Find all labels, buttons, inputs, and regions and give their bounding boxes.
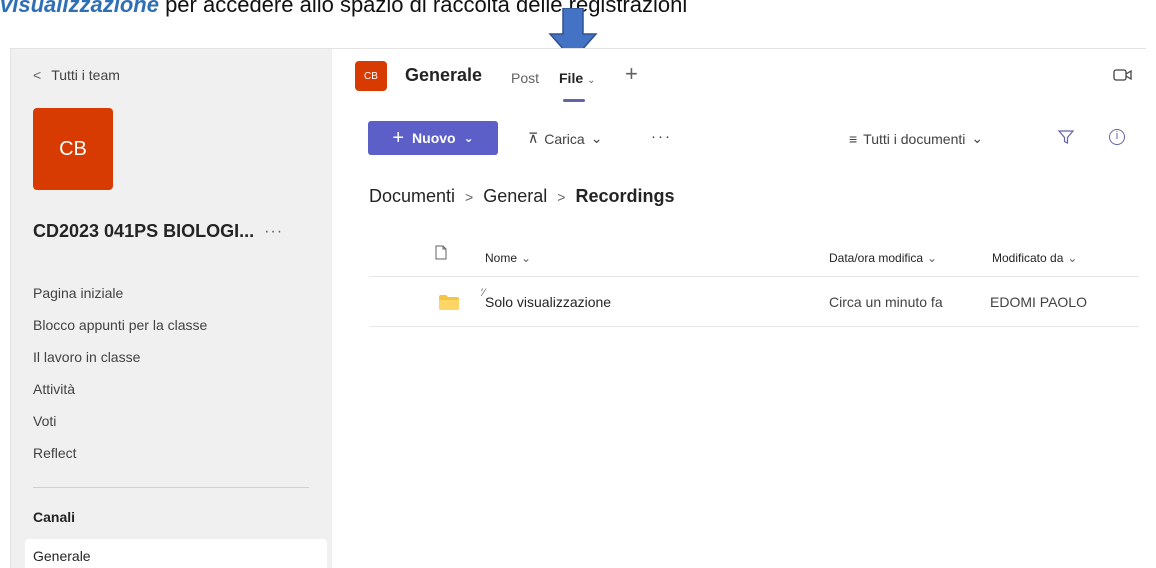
upload-button[interactable]: ⊼ Carica ⌄ <box>528 130 602 147</box>
breadcrumb-recordings: Recordings <box>575 186 675 206</box>
column-modified[interactable]: Data/ora modifica ⌄ <box>829 251 937 265</box>
channel-header: CB Generale Post File ⌄ + <box>333 49 1147 104</box>
column-modified-label: Data/ora modifica <box>829 251 924 265</box>
file-name[interactable]: Solo visualizzazione <box>485 294 611 310</box>
chevron-down-icon: ⌄ <box>1067 251 1078 265</box>
chevron-down-icon: ⌄ <box>463 131 474 145</box>
main-pane: CB Generale Post File ⌄ + + Nuovo ⌄ ⊼ Car… <box>333 49 1147 568</box>
breadcrumb-documenti[interactable]: Documenti <box>369 186 455 207</box>
chevron-down-icon: ⌄ <box>927 251 938 265</box>
team-nav: Pagina iniziale Blocco appunti per la cl… <box>33 283 207 475</box>
column-name[interactable]: Nome ⌄ <box>485 251 531 265</box>
new-button[interactable]: + Nuovo ⌄ <box>368 121 498 155</box>
list-view-icon: ≡ <box>849 130 858 147</box>
new-button-label: Nuovo <box>412 130 456 146</box>
file-modified: Circa un minuto fa <box>829 294 943 310</box>
caption-text: per accedere allo spazio di raccolta del… <box>158 0 688 17</box>
team-avatar[interactable]: CB <box>33 108 113 190</box>
sidebar-divider <box>33 487 309 488</box>
more-options-icon[interactable]: ··· <box>264 223 283 241</box>
file-type-icon <box>435 245 447 260</box>
view-selector[interactable]: ≡ Tutti i documenti ⌄ <box>849 130 983 147</box>
channel-avatar: CB <box>355 61 387 91</box>
nav-item-class-notebook[interactable]: Blocco appunti per la classe <box>33 315 207 347</box>
channels-heading: Canali <box>33 509 76 525</box>
nav-item-assignments[interactable]: Attività <box>33 379 207 411</box>
add-tab-button[interactable]: + <box>625 61 638 87</box>
chevron-right-icon: > <box>557 188 566 205</box>
chevron-right-icon: > <box>465 188 474 205</box>
team-name-row: CD2023 041PS BIOLOGI... ··· <box>33 221 323 242</box>
back-label: Tutti i team <box>51 67 120 83</box>
chevron-down-icon: ⌄ <box>587 75 596 86</box>
column-modified-by[interactable]: Modificato da ⌄ <box>992 251 1077 265</box>
filter-icon[interactable] <box>1058 129 1074 145</box>
channel-title: Generale <box>405 65 483 85</box>
more-actions-button[interactable]: ··· <box>651 128 672 145</box>
caption-emphasis: visualizzazione <box>0 0 159 17</box>
video-call-icon[interactable] <box>1113 67 1133 83</box>
tab-file-label: File <box>559 70 584 86</box>
upload-label: Carica <box>544 130 585 147</box>
tab-post[interactable]: Post <box>511 70 539 86</box>
file-list-header: Nome ⌄ Data/ora modifica ⌄ Modificato da ⌄ <box>369 239 1139 277</box>
column-name-label: Nome <box>485 251 518 265</box>
teams-window: < Tutti i team CB CD2023 041PS BIOLOGI..… <box>10 48 1147 568</box>
tab-file[interactable]: File ⌄ <box>559 70 596 86</box>
chevron-down-icon: ⌄ <box>971 130 984 146</box>
back-to-teams-link[interactable]: < Tutti i team <box>33 67 120 83</box>
active-tab-indicator <box>563 99 585 102</box>
chevron-down-icon: ⌄ <box>590 130 603 146</box>
nav-item-grades[interactable]: Voti <box>33 411 207 443</box>
channel-item-generale[interactable]: Generale <box>25 539 327 568</box>
chevron-down-icon: ⌄ <box>521 251 532 265</box>
nav-item-reflect[interactable]: Reflect <box>33 443 207 475</box>
nav-item-home[interactable]: Pagina iniziale <box>33 283 207 315</box>
column-modified-by-label: Modificato da <box>992 251 1064 265</box>
file-modified-by: EDOMI PAOLO <box>990 294 1087 310</box>
plus-icon: + <box>392 126 405 149</box>
view-label: Tutti i documenti <box>863 130 966 147</box>
team-name: CD2023 041PS BIOLOGI... <box>33 221 255 241</box>
info-icon[interactable]: i <box>1109 129 1125 145</box>
sidebar: < Tutti i team CB CD2023 041PS BIOLOGI..… <box>11 49 332 568</box>
chevron-left-icon: < <box>33 67 42 83</box>
folder-icon <box>439 295 459 310</box>
nav-item-classwork[interactable]: Il lavoro in classe <box>33 347 207 379</box>
upload-icon: ⊼ <box>528 130 539 146</box>
table-row[interactable]: ′⁄ Solo visualizzazione Circa un minuto … <box>369 279 1139 327</box>
breadcrumb: Documenti > General > Recordings <box>369 186 675 207</box>
breadcrumb-general[interactable]: General <box>483 186 547 207</box>
